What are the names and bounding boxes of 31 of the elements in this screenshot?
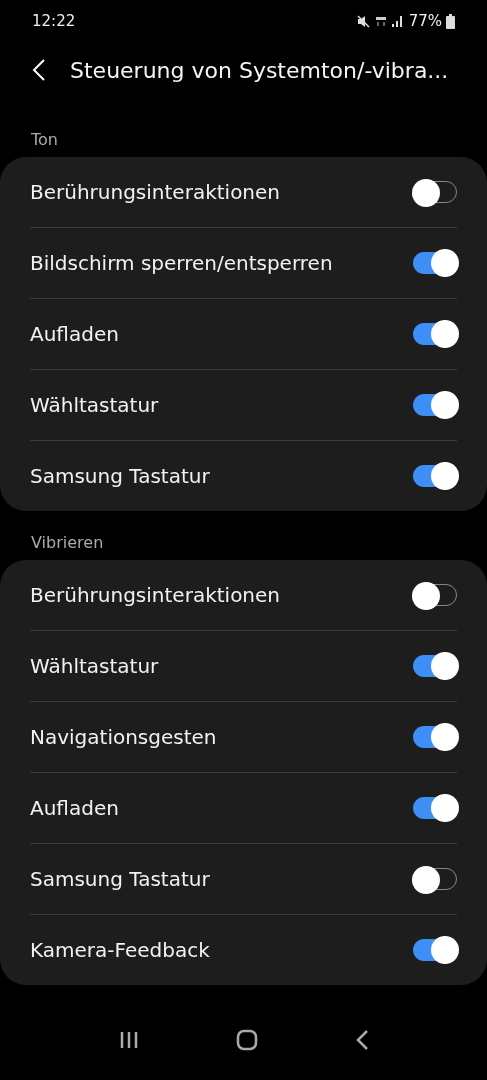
mute-icon bbox=[356, 14, 371, 28]
toggle-switch[interactable] bbox=[413, 939, 457, 961]
setting-label: Samsung Tastatur bbox=[30, 867, 210, 891]
toggle-switch[interactable] bbox=[413, 252, 457, 274]
setting-label: Wähltastatur bbox=[30, 654, 159, 678]
toggle-switch[interactable] bbox=[413, 797, 457, 819]
back-nav-icon[interactable] bbox=[354, 1029, 369, 1051]
setting-label: Berührungsinteraktionen bbox=[30, 583, 281, 607]
clock-time: 12:22 bbox=[32, 12, 76, 30]
page-title: Steuerung von Systemton/-vibra... bbox=[70, 57, 449, 83]
setting-label: Bildschirm sperren/entsperren bbox=[30, 251, 333, 275]
setting-label: Samsung Tastatur bbox=[30, 464, 210, 488]
setting-label: Wähltastatur bbox=[30, 393, 159, 417]
toggle-switch[interactable] bbox=[413, 465, 457, 487]
setting-label: Navigationsgesten bbox=[30, 725, 217, 749]
toggle-switch[interactable] bbox=[413, 323, 457, 345]
battery-icon bbox=[446, 13, 455, 29]
toggle-switch[interactable] bbox=[413, 655, 457, 677]
recent-apps-icon[interactable] bbox=[118, 1030, 139, 1050]
back-icon[interactable] bbox=[32, 58, 46, 82]
setting-label: Kamera-Feedback bbox=[30, 938, 210, 962]
home-icon[interactable] bbox=[235, 1029, 258, 1051]
setting-label: Aufladen bbox=[30, 322, 119, 346]
section-label: Ton bbox=[30, 129, 59, 151]
toggle-switch[interactable] bbox=[413, 394, 457, 416]
battery-percent: 77% bbox=[408, 12, 442, 30]
section-label: Vibrieren bbox=[30, 532, 105, 554]
toggle-switch[interactable] bbox=[413, 726, 457, 748]
signal-icon bbox=[390, 15, 405, 27]
setting-label: Aufladen bbox=[30, 796, 119, 820]
setting-label: Berührungsinteraktionen bbox=[30, 180, 281, 204]
